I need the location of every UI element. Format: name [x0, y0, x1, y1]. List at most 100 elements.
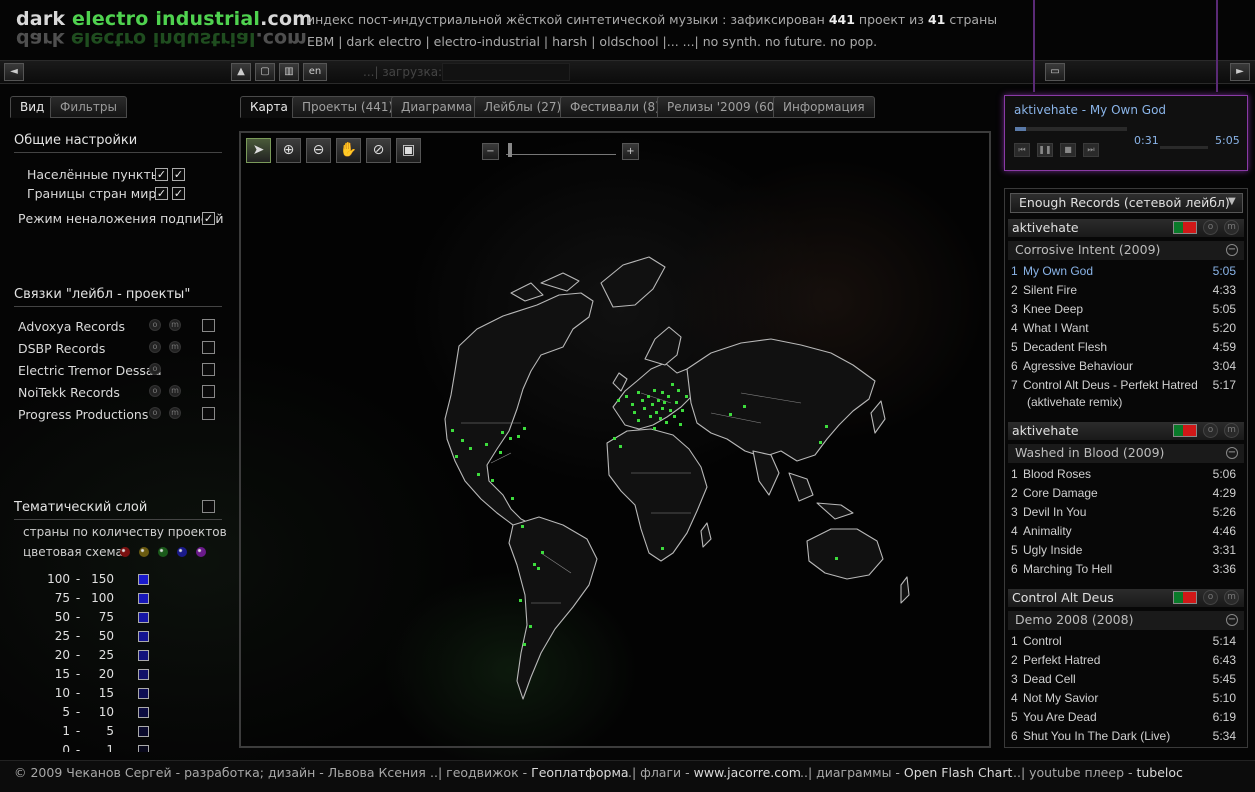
project-marker[interactable] — [661, 407, 664, 410]
project-marker[interactable] — [671, 383, 674, 386]
project-marker[interactable] — [523, 427, 526, 430]
chevron-down-icon[interactable]: ▼ — [1228, 196, 1236, 207]
language-button[interactable]: en — [303, 63, 327, 81]
pause-icon[interactable]: ❚❚ — [1037, 143, 1053, 157]
project-marker[interactable] — [681, 409, 684, 412]
project-marker[interactable] — [633, 411, 636, 414]
project-marker[interactable] — [643, 407, 646, 410]
project-marker[interactable] — [533, 563, 536, 566]
project-marker[interactable] — [523, 643, 526, 646]
columns-icon[interactable]: ▥ — [279, 63, 299, 81]
project-marker[interactable] — [669, 409, 672, 412]
project-marker[interactable] — [661, 391, 664, 394]
project-marker[interactable] — [659, 417, 662, 420]
project-marker[interactable] — [451, 429, 454, 432]
project-marker[interactable] — [655, 411, 658, 414]
map-tab[interactable]: Лейблы (27) — [474, 96, 572, 118]
elapsed-time: 0:31 — [1134, 134, 1159, 147]
next-icon[interactable]: ⏭ — [1083, 143, 1099, 157]
project-marker[interactable] — [537, 567, 540, 570]
project-marker[interactable] — [509, 437, 512, 440]
project-marker[interactable] — [675, 401, 678, 404]
loading-label: ...| загрузка: — [363, 65, 443, 79]
flags-link[interactable]: www.jacorre.com — [694, 765, 801, 780]
project-marker[interactable] — [657, 399, 660, 402]
player-progress-track[interactable] — [1015, 127, 1127, 131]
map-tab[interactable]: Карта — [240, 96, 298, 118]
project-marker[interactable] — [679, 423, 682, 426]
legend-range-from: 10 — [54, 686, 70, 700]
project-marker[interactable] — [619, 445, 622, 448]
project-marker[interactable] — [511, 497, 514, 500]
project-marker[interactable] — [461, 439, 464, 442]
legend-range-dash: - — [75, 629, 81, 643]
map-tab[interactable]: Фестивали (8) — [560, 96, 670, 118]
project-marker[interactable] — [491, 479, 494, 482]
legend-range-dash: - — [75, 724, 81, 738]
project-marker[interactable] — [477, 473, 480, 476]
youtube-link[interactable]: tubeloc — [1136, 765, 1182, 780]
legend-range-to: 5 — [106, 724, 114, 738]
header-stats: индекс пост-индустриальной жёсткой синте… — [307, 12, 998, 27]
project-marker[interactable] — [517, 435, 520, 438]
project-marker[interactable] — [685, 395, 688, 398]
project-marker[interactable] — [743, 405, 746, 408]
project-marker[interactable] — [519, 599, 522, 602]
project-marker[interactable] — [661, 547, 664, 550]
project-marker[interactable] — [647, 395, 650, 398]
stop-icon[interactable]: ■ — [1060, 143, 1076, 157]
project-marker[interactable] — [825, 425, 828, 428]
window-icon[interactable]: ▢ — [255, 63, 275, 81]
project-marker[interactable] — [499, 451, 502, 454]
legend-range-dash: - — [75, 705, 81, 719]
project-marker[interactable] — [541, 551, 544, 554]
legend-swatch — [138, 726, 149, 737]
nav-right-button[interactable]: ► — [1230, 63, 1250, 81]
geo-link[interactable]: Геоплатформа — [531, 765, 628, 780]
label-select[interactable]: Enough Records (сетевой лейбл) — [1010, 193, 1243, 213]
project-marker[interactable] — [673, 415, 676, 418]
project-marker[interactable] — [637, 419, 640, 422]
legend-range-dash: - — [75, 648, 81, 662]
project-marker[interactable] — [521, 525, 524, 528]
project-marker[interactable] — [651, 403, 654, 406]
legend-range-dash: - — [75, 591, 81, 605]
project-marker[interactable] — [667, 395, 670, 398]
project-marker[interactable] — [677, 389, 680, 392]
project-marker[interactable] — [469, 447, 472, 450]
project-marker[interactable] — [663, 401, 666, 404]
project-marker[interactable] — [653, 427, 656, 430]
project-marker[interactable] — [649, 415, 652, 418]
player-window-icon[interactable]: ▭ — [1045, 63, 1065, 81]
charts-link[interactable]: Open Flash Chart — [904, 765, 1012, 780]
project-marker[interactable] — [501, 431, 504, 434]
project-marker[interactable] — [641, 399, 644, 402]
header-genres: EBM | dark electro | electro-industrial … — [307, 34, 878, 49]
project-marker[interactable] — [529, 625, 532, 628]
project-marker[interactable] — [637, 391, 640, 394]
map-tab[interactable]: Релизы '2009 (60) — [657, 96, 790, 118]
project-marker[interactable] — [835, 557, 838, 560]
legend-swatch — [138, 707, 149, 718]
project-marker[interactable] — [665, 421, 668, 424]
map-tab[interactable]: Проекты (441) — [292, 96, 404, 118]
project-marker[interactable] — [653, 389, 656, 392]
map-tab[interactable]: Диаграмма — [391, 96, 483, 118]
project-marker[interactable] — [485, 443, 488, 446]
project-marker[interactable] — [455, 455, 458, 458]
up-icon[interactable]: ▲ — [231, 63, 251, 81]
player-progress-fill — [1015, 127, 1027, 131]
project-marker[interactable] — [625, 395, 628, 398]
legend-range-from: 20 — [54, 648, 70, 662]
project-marker[interactable] — [729, 413, 732, 416]
legend-range-from: 15 — [54, 667, 70, 681]
legend-range-to: 10 — [98, 705, 114, 719]
legend-swatch — [138, 688, 149, 699]
volume-slider[interactable] — [1160, 146, 1208, 149]
project-marker[interactable] — [617, 399, 620, 402]
map-tab[interactable]: Информация — [773, 96, 875, 118]
project-marker[interactable] — [631, 403, 634, 406]
project-marker[interactable] — [613, 437, 616, 440]
previous-icon[interactable]: ⏮ — [1014, 143, 1030, 157]
project-marker[interactable] — [819, 441, 822, 444]
